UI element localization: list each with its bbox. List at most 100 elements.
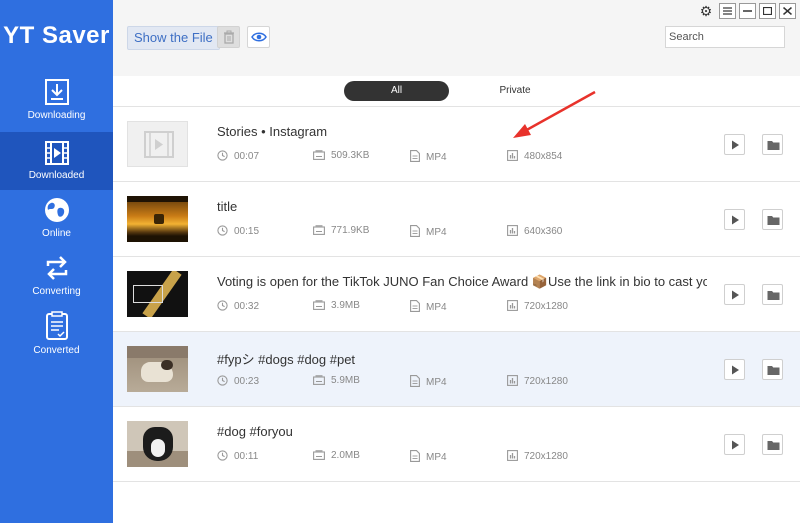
open-folder-button[interactable] — [762, 359, 783, 380]
size-value: 2.0MB — [331, 450, 360, 461]
drive-icon — [313, 450, 325, 460]
tab-all[interactable]: All — [344, 81, 449, 101]
video-title: #dog #foryou — [217, 424, 293, 439]
menu-icon — [723, 7, 732, 15]
duration: 00:11 — [217, 450, 258, 462]
sidebar-item-downloaded[interactable]: Downloaded — [0, 132, 113, 190]
duration-value: 00:11 — [234, 451, 259, 462]
video-thumbnail — [127, 421, 188, 467]
file-icon — [410, 300, 420, 312]
maximize-icon — [763, 7, 772, 15]
sidebar-item-label: Converted — [33, 345, 80, 356]
duration: 00:15 — [217, 225, 259, 237]
open-folder-button[interactable] — [762, 284, 783, 305]
drive-icon — [313, 225, 325, 235]
folder-icon — [767, 366, 780, 375]
sidebar-item-converting[interactable]: Converting — [0, 254, 113, 310]
open-folder-button[interactable] — [762, 209, 783, 230]
format-value: MP4 — [426, 302, 447, 313]
resolution-value: 720x1280 — [524, 301, 568, 312]
video-title: Stories • Instagram — [217, 124, 328, 139]
list-item[interactable]: #dog #foryou 00:11 2.0MB MP4 720x1280 — [113, 407, 800, 482]
size-value: 509.3KB — [331, 150, 370, 161]
resolution: 720x1280 — [507, 375, 568, 387]
resolution: 640x360 — [507, 225, 562, 237]
app-title: YT Saver — [3, 22, 110, 49]
menu-button[interactable] — [719, 3, 736, 19]
list-item[interactable]: #fypシ #dogs #dog #pet 00:23 5.9MB MP4 72… — [113, 332, 800, 407]
video-placeholder-icon — [144, 131, 174, 158]
size-value: 3.9MB — [331, 300, 360, 311]
minimize-button[interactable] — [739, 3, 756, 19]
play-button[interactable] — [724, 434, 745, 455]
video-thumbnail — [127, 121, 188, 167]
sidebar: YT Saver Downloading Downloaded Online C… — [0, 0, 113, 523]
play-icon — [732, 290, 739, 300]
folder-icon — [767, 441, 780, 450]
format: MP4 — [410, 225, 447, 238]
gear-icon[interactable]: ⚙ — [698, 3, 714, 19]
duration-value: 00:23 — [234, 376, 260, 387]
eye-icon — [251, 32, 267, 42]
sidebar-item-label: Downloaded — [28, 170, 85, 181]
open-folder-button[interactable] — [762, 434, 783, 455]
play-button[interactable] — [724, 359, 745, 380]
folder-icon — [767, 291, 780, 300]
play-button[interactable] — [724, 209, 745, 230]
resolution-icon — [507, 300, 518, 311]
sidebar-item-downloading[interactable]: Downloading — [0, 78, 113, 134]
duration-value: 00:32 — [234, 301, 260, 312]
annotation-arrow-icon — [513, 90, 596, 138]
video-thumbnail — [127, 196, 188, 242]
sidebar-item-online[interactable]: Online — [0, 196, 113, 252]
file-size: 771.9KB — [313, 225, 369, 236]
file-size: 509.3KB — [313, 150, 369, 161]
search-input[interactable] — [665, 26, 785, 48]
document-icon — [45, 311, 68, 340]
close-button[interactable] — [779, 3, 796, 19]
video-thumbnail — [127, 271, 188, 317]
drive-icon — [313, 300, 325, 310]
convert-icon — [46, 256, 67, 280]
duration: 00:23 — [217, 375, 259, 387]
clock-icon — [217, 375, 228, 386]
list-item[interactable]: Voting is open for the TikTok JUNO Fan C… — [113, 257, 800, 332]
format: MP4 — [410, 375, 447, 388]
format-value: MP4 — [426, 377, 447, 388]
show-file-button[interactable]: Show the File — [127, 26, 220, 50]
play-icon — [732, 140, 739, 150]
private-view-button[interactable] — [247, 26, 270, 48]
drive-icon — [313, 375, 325, 385]
play-icon — [732, 365, 739, 375]
download-icon — [44, 79, 69, 105]
file-icon — [410, 375, 420, 387]
play-icon — [732, 215, 739, 225]
open-folder-button[interactable] — [762, 134, 783, 155]
folder-icon — [767, 141, 780, 150]
duration: 00:07 — [217, 150, 259, 162]
list-item[interactable]: title 00:15 771.9KB MP4 640x360 — [113, 182, 800, 257]
resolution-icon — [507, 225, 518, 236]
format-value: MP4 — [426, 452, 447, 463]
resolution: 480x854 — [507, 150, 562, 162]
delete-button[interactable] — [217, 26, 240, 48]
sidebar-item-converted[interactable]: Converted — [0, 311, 113, 367]
clock-icon — [217, 300, 228, 311]
maximize-button[interactable] — [759, 3, 776, 19]
sidebar-item-label: Online — [42, 228, 71, 239]
play-button[interactable] — [724, 134, 745, 155]
list-item[interactable]: Stories • Instagram 00:07 509.3KB MP4 48… — [113, 107, 800, 182]
drive-icon — [313, 150, 325, 160]
minimize-icon — [743, 10, 752, 12]
play-button[interactable] — [724, 284, 745, 305]
trash-icon — [224, 30, 234, 44]
file-icon — [410, 225, 420, 237]
tab-bar: All Private — [113, 76, 800, 107]
size-value: 5.9MB — [331, 375, 360, 386]
size-value: 771.9KB — [331, 225, 370, 236]
file-size: 2.0MB — [313, 450, 360, 461]
duration: 00:32 — [217, 300, 259, 312]
toolbar: Show the File ⚙ — [113, 0, 800, 76]
format-value: MP4 — [426, 152, 447, 163]
sidebar-item-label: Downloading — [27, 110, 86, 121]
